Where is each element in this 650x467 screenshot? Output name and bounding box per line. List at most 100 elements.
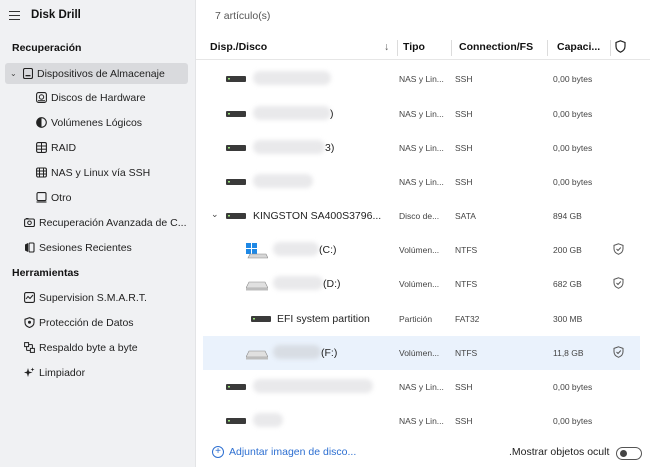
row-name: (F:)	[321, 347, 338, 359]
sidebar-item-label: Sesiones Recientes	[39, 241, 132, 254]
hamburger-menu-icon[interactable]	[9, 11, 20, 20]
sidebar-item-data-protection[interactable]: Protección de Datos	[24, 312, 134, 333]
redacted-name	[253, 379, 373, 393]
shield-icon	[24, 317, 35, 328]
sidebar-item-label: Volúmenes Lógicos	[51, 116, 143, 129]
hard-drive-icon	[226, 213, 246, 219]
sidebar-item-byte-backup[interactable]: Respaldo byte a byte	[24, 337, 138, 358]
sidebar-item-label: Supervision S.M.A.R.T.	[39, 291, 147, 304]
table-row[interactable]: (D:) Volúmen... NTFS 682 GB	[203, 267, 640, 301]
sparkle-icon	[24, 367, 35, 378]
row-capacity: 200 GB	[553, 245, 582, 255]
sidebar-item-storage-devices[interactable]: ⌄ Dispositivos de Almacenaje	[5, 63, 188, 84]
sidebar-item-cleaner[interactable]: Limpiador	[24, 362, 85, 383]
row-fs: FAT32	[455, 314, 480, 324]
device-icon	[36, 192, 47, 203]
nas-drive-icon	[226, 418, 246, 424]
row-capacity: 11,8 GB	[553, 348, 584, 358]
table-row[interactable]: EFI system partition Partición FAT32 300…	[203, 302, 640, 336]
sort-down-icon[interactable]: ↓	[384, 41, 389, 53]
show-hidden-toggle[interactable]	[616, 447, 642, 460]
nas-icon	[36, 167, 47, 178]
row-type: NAS y Lin...	[399, 143, 444, 153]
row-type: Partición	[399, 314, 433, 324]
smart-icon	[24, 292, 35, 303]
redacted-name	[253, 106, 331, 120]
sessions-icon	[24, 242, 35, 253]
tools-heading: Herramientas	[12, 267, 80, 279]
header-divider	[196, 59, 650, 60]
hard-disk-icon	[36, 92, 47, 103]
attach-disk-image-label: Adjuntar imagen de disco...	[229, 446, 357, 458]
attach-disk-image-link[interactable]: + Adjuntar imagen de disco...	[212, 446, 356, 458]
drive-icon	[22, 68, 33, 79]
row-fs: SSH	[455, 109, 473, 119]
sidebar-item-label: Otro	[51, 191, 72, 204]
row-fs: SATA	[455, 211, 476, 221]
table-row[interactable]: 3) NAS y Lin... SSH 0,00 bytes	[203, 131, 640, 165]
row-type: Volúmen...	[399, 348, 440, 358]
table-row-selected[interactable]: (F:) Volúmen... NTFS 11,8 GB	[203, 336, 640, 370]
redacted-name	[273, 276, 323, 290]
toggle-knob	[620, 450, 627, 457]
table-row[interactable]: ⌄ KINGSTON SA400S3796... Disco de... SAT…	[203, 199, 640, 233]
recovery-heading: Recuperación	[12, 42, 82, 54]
table-row[interactable]: NAS y Lin... SSH 0,00 bytes	[203, 404, 640, 438]
row-name: (D:)	[323, 278, 341, 290]
column-connection[interactable]: Connection/FS	[459, 41, 533, 53]
volume-icon	[246, 281, 268, 291]
table-row[interactable]: (C:) Volúmen... NTFS 200 GB	[203, 233, 640, 267]
row-type: NAS y Lin...	[399, 177, 444, 187]
column-device[interactable]: Disp./Disco	[210, 41, 267, 53]
row-capacity: 300 MB	[553, 314, 583, 324]
sidebar-item-label: RAID	[51, 141, 77, 154]
row-type: Volúmen...	[399, 279, 440, 289]
sidebar-item-smart[interactable]: Supervision S.M.A.R.T.	[24, 287, 147, 308]
sidebar-item-advanced-recovery[interactable]: Recuperación Avanzada de C...	[24, 212, 187, 233]
row-capacity: 0,00 bytes	[553, 382, 593, 392]
show-hidden-label: .Mostrar objetos ocult	[509, 446, 610, 458]
shield-column-icon[interactable]	[615, 40, 626, 56]
chevron-down-icon[interactable]: ⌄	[211, 209, 219, 220]
nas-drive-icon	[226, 384, 246, 390]
sidebar-item-label: Protección de Datos	[39, 316, 134, 329]
table-row[interactable]: NAS y Lin... SSH 0,00 bytes	[203, 62, 640, 96]
app-title: Disk Drill	[31, 9, 81, 21]
partition-icon	[251, 316, 271, 322]
sidebar-item-logical-volumes[interactable]: Volúmenes Lógicos	[36, 112, 142, 133]
row-fs: SSH	[455, 74, 473, 84]
row-type: NAS y Lin...	[399, 74, 444, 84]
item-count: 7 artículo(s)	[215, 10, 271, 22]
protected-shield-icon	[613, 243, 624, 255]
column-type[interactable]: Tipo	[403, 41, 425, 53]
row-fs: NTFS	[455, 348, 478, 358]
sidebar-item-label: Respaldo byte a byte	[39, 341, 138, 354]
redacted-name	[253, 71, 331, 85]
sidebar-item-label: Dispositivos de Almacenaje	[37, 67, 165, 80]
redacted-name	[253, 174, 313, 188]
redacted-name	[273, 345, 321, 359]
row-type: Volúmen...	[399, 245, 440, 255]
row-capacity: 682 GB	[553, 279, 582, 289]
add-circle-icon: +	[212, 446, 224, 458]
row-capacity: 0,00 bytes	[553, 74, 593, 84]
nas-drive-icon	[226, 145, 246, 151]
row-capacity: 0,00 bytes	[553, 143, 593, 153]
table-row[interactable]: NAS y Lin... SSH 0,00 bytes	[203, 370, 640, 404]
row-type: NAS y Lin...	[399, 109, 444, 119]
windows-volume-icon	[246, 243, 268, 259]
raid-icon	[36, 142, 47, 153]
sidebar-item-recent-sessions[interactable]: Sesiones Recientes	[24, 237, 132, 258]
volume-icon	[246, 350, 268, 360]
table-row[interactable]: ) NAS y Lin... SSH 0,00 bytes	[203, 97, 640, 131]
column-capacity[interactable]: Capaci...	[557, 41, 600, 53]
chevron-down-icon[interactable]: ⌄	[10, 69, 18, 78]
sidebar-item-hardware-disks[interactable]: Discos de Hardware	[36, 87, 146, 108]
sidebar-item-raid[interactable]: RAID	[36, 137, 76, 158]
sidebar-item-label: Recuperación Avanzada de C...	[39, 216, 187, 229]
row-name: )	[330, 108, 334, 120]
nas-drive-icon	[226, 111, 246, 117]
sidebar-item-nas-ssh[interactable]: NAS y Linux vía SSH	[36, 162, 150, 183]
table-row[interactable]: NAS y Lin... SSH 0,00 bytes	[203, 165, 640, 199]
sidebar-item-other[interactable]: Otro	[36, 187, 71, 208]
